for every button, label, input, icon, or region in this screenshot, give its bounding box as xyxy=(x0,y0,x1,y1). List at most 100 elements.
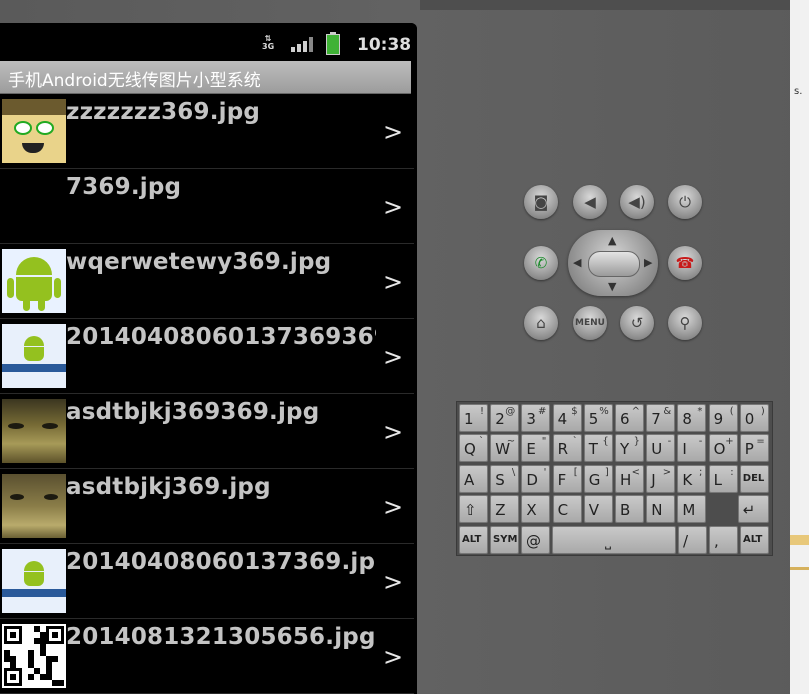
key-p[interactable]: P = xyxy=(739,434,769,463)
chevron-right-icon: > xyxy=(383,118,404,146)
key-z[interactable]: Z xyxy=(490,495,520,524)
enter-key[interactable]: ↵ xyxy=(737,495,769,524)
list-item[interactable]: zzzzzzz369.jpg > xyxy=(0,94,414,169)
key-4[interactable]: 4 $ xyxy=(552,404,582,432)
key-m[interactable]: M xyxy=(677,495,707,524)
key-5[interactable]: 5% xyxy=(583,404,613,432)
key-label: 2 xyxy=(495,410,505,428)
key-label: 3 xyxy=(526,410,536,428)
list-item[interactable]: asdtbjkj369.jpg > xyxy=(0,469,414,544)
key-l[interactable]: L: xyxy=(708,464,738,493)
key-comma[interactable]: , xyxy=(709,525,738,554)
key-label: C xyxy=(557,501,569,520)
list-item[interactable]: 20140408060137369369.j > xyxy=(0,319,414,394)
dpad-right-icon: ▶ xyxy=(644,256,653,269)
key-y[interactable]: Y} xyxy=(615,434,644,463)
key-slash[interactable]: / xyxy=(678,525,707,554)
key-2[interactable]: 2 @ xyxy=(490,404,520,432)
key-n[interactable]: N xyxy=(646,495,676,524)
key-alt-label: " xyxy=(541,436,547,448)
key-label: R xyxy=(557,440,569,459)
key-r[interactable]: R ` xyxy=(552,434,582,463)
background-window-bar xyxy=(790,567,809,570)
space-key[interactable]: ⎵ xyxy=(552,525,676,554)
back-icon: ↺ xyxy=(630,314,644,332)
dpad-left-icon: ◀ xyxy=(573,256,582,269)
key-d[interactable]: D ' xyxy=(521,464,551,493)
key-v[interactable]: V xyxy=(583,495,613,524)
list-item[interactable]: wqerwetewy369.jpg > xyxy=(0,244,414,319)
volume-up-button[interactable]: ◀) xyxy=(620,185,654,219)
key-e[interactable]: E " xyxy=(521,434,551,463)
key-u[interactable]: U- xyxy=(646,434,676,463)
key-alt-label: ` xyxy=(479,436,484,448)
key-label: J xyxy=(651,470,656,489)
key-delete[interactable]: DEL xyxy=(739,464,769,493)
key-k[interactable]: K; xyxy=(677,464,707,493)
search-button[interactable]: ⚲ xyxy=(668,306,702,340)
chevron-right-icon: > xyxy=(383,268,404,296)
key-3[interactable]: 3 # xyxy=(521,404,551,432)
key-alt-label: $ xyxy=(571,406,578,417)
shift-key[interactable]: ⇧ xyxy=(459,495,488,524)
key-j[interactable]: J > xyxy=(646,464,676,493)
key-0[interactable]: 0) xyxy=(739,404,769,432)
volume-down-button[interactable]: ◀ xyxy=(573,185,607,219)
key-alt-label: ! xyxy=(479,406,484,417)
status-clock: 10:38 xyxy=(357,35,412,55)
key-a[interactable]: A xyxy=(459,464,488,493)
key-6[interactable]: 6 ^ xyxy=(615,404,644,432)
search-icon: ⚲ xyxy=(679,314,691,332)
dpad-center-button[interactable] xyxy=(588,251,640,277)
key-alt-label: * xyxy=(697,406,703,417)
key-alt-label: < xyxy=(631,466,640,478)
key-b[interactable]: B xyxy=(615,495,644,524)
key-t[interactable]: T{ xyxy=(583,434,613,463)
menu-button[interactable]: MENU xyxy=(573,306,607,340)
key-label: U xyxy=(651,440,663,459)
key-label: V xyxy=(588,501,600,520)
key-h[interactable]: H < xyxy=(615,464,644,493)
key-i[interactable]: I- xyxy=(677,434,707,463)
key-8[interactable]: 8 * xyxy=(677,404,707,432)
dpad[interactable]: ▲ ▼ ◀ ▶ xyxy=(568,230,658,296)
key-f[interactable]: F[ xyxy=(552,464,582,493)
file-name: 20140408060137369369.j xyxy=(66,324,376,350)
key-alt-label: - xyxy=(698,436,703,448)
key-9[interactable]: 9( xyxy=(708,404,738,432)
key-label: M xyxy=(682,501,696,520)
key-w[interactable]: W ~ xyxy=(490,434,520,463)
key-alt-label: ~ xyxy=(506,436,516,448)
call-button[interactable]: ✆ xyxy=(524,246,558,280)
alt-left-key[interactable]: ALT xyxy=(459,525,488,554)
end-call-icon: ☎ xyxy=(675,254,695,272)
key-label: Z xyxy=(495,501,506,520)
list-item[interactable]: 7369.jpg > xyxy=(0,169,414,244)
key-label: 5 xyxy=(588,410,599,428)
list-item[interactable]: asdtbjkj369369.jpg > xyxy=(0,394,414,469)
key-at[interactable]: @ xyxy=(521,525,550,554)
key-s[interactable]: S \ xyxy=(490,464,520,493)
alt-right-key[interactable]: ALT xyxy=(740,525,769,554)
key-o[interactable]: O + xyxy=(708,434,738,463)
key-7[interactable]: 7 & xyxy=(646,404,676,432)
power-button[interactable]: ⏻ xyxy=(668,185,702,219)
key-1[interactable]: 1! xyxy=(459,404,488,432)
back-button[interactable]: ↺ xyxy=(620,306,654,340)
home-button[interactable]: ⌂ xyxy=(524,306,558,340)
key-label: / xyxy=(683,531,689,550)
key-c[interactable]: C xyxy=(552,495,582,524)
list-item[interactable]: 20140408060137369.jpg > xyxy=(0,544,414,619)
key-alt-label: ` xyxy=(572,436,578,448)
key-label: O xyxy=(713,440,726,459)
dpad-up-icon: ▲ xyxy=(608,234,617,247)
key-alt-label: : xyxy=(730,466,734,478)
camera-button[interactable]: ◙ xyxy=(524,185,558,219)
key-label: D xyxy=(526,470,538,489)
sym-key[interactable]: SYM xyxy=(490,525,519,554)
key-g[interactable]: G] xyxy=(583,464,613,493)
key-x[interactable]: X xyxy=(521,495,551,524)
end-call-button[interactable]: ☎ xyxy=(668,246,702,280)
list-item[interactable]: 2014081321305656.jpg > xyxy=(0,619,414,694)
key-q[interactable]: Q ` xyxy=(459,434,488,463)
